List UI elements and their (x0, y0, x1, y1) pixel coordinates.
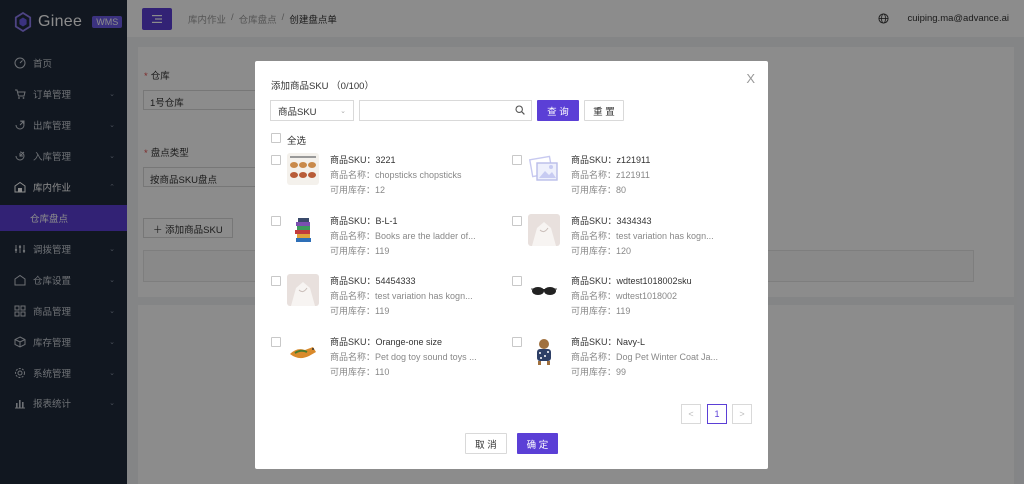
product-name: Books are the ladder of... (375, 230, 476, 241)
available-stock: 12 (375, 185, 386, 195)
name-line: 商品名称：chopsticks chopsticks (330, 170, 462, 180)
stock-line: 可用库存：80 (571, 185, 627, 195)
sku-list-item[interactable]: 商品SKU：3434343 商品名称：test variation has kog… (512, 213, 742, 268)
sku-checkbox[interactable] (512, 215, 522, 226)
sku-list-item[interactable]: 商品SKU：z121911 商品名称：z121911 可用库存：80 (512, 153, 742, 207)
reset-button[interactable]: 重 置 (584, 100, 624, 121)
sku-value: 3434343 (616, 215, 652, 226)
available-stock: 110 (375, 366, 390, 377)
available-stock: 119 (375, 306, 390, 316)
stock-line: 可用库存：119 (571, 306, 631, 316)
chevron-down-icon: ⌄ (340, 107, 346, 115)
name-line: 商品名称：Books are the ladder of... (330, 230, 476, 241)
stock-line: 可用库存：119 (330, 245, 390, 256)
sku-list-item[interactable]: 商品SKU：B-L-1 商品名称：Books are the ladder of.… (271, 213, 501, 268)
sku-checkbox[interactable] (271, 336, 281, 347)
available-stock: 80 (616, 185, 627, 195)
available-stock: 99 (616, 366, 627, 377)
sku-checkbox[interactable] (512, 276, 522, 286)
product-name: Pet dog toy sound toys ... (375, 351, 477, 362)
name-line: 商品名称：test variation has kogn... (571, 230, 714, 241)
product-thumbnail (528, 153, 560, 185)
sku-value: B-L-1 (375, 215, 398, 226)
product-thumbnail (528, 334, 560, 367)
sku-line: 商品SKU：Navy-L (571, 336, 646, 347)
name-line: 商品名称：Pet dog toy sound toys ... (330, 351, 477, 362)
close-icon[interactable]: X (746, 71, 755, 86)
sku-value: z121911 (616, 155, 651, 165)
product-thumbnail (528, 274, 560, 306)
product-thumbnail (528, 213, 560, 246)
sku-checkbox[interactable] (512, 155, 522, 165)
sku-value: 54454333 (375, 276, 416, 286)
available-stock: 119 (375, 245, 390, 256)
product-name: chopsticks chopsticks (375, 170, 462, 180)
filter-field-value: 商品SKU (278, 106, 317, 118)
sku-line: 商品SKU：54454333 (330, 276, 416, 286)
available-stock: 120 (616, 245, 632, 256)
sku-line: 商品SKU：z121911 (571, 155, 651, 165)
name-line: 商品名称：test variation has kogn... (330, 291, 473, 301)
stock-line: 可用库存：119 (330, 306, 390, 316)
page-1-button[interactable]: 1 (707, 404, 727, 424)
name-line: 商品名称：Dog Pet Winter Coat Ja... (571, 351, 719, 362)
product-thumbnail (287, 274, 319, 306)
product-thumbnail (287, 213, 319, 246)
stock-line: 可用库存：12 (330, 185, 386, 195)
sku-checkbox[interactable] (271, 155, 281, 165)
cancel-button[interactable]: 取 消 (465, 433, 507, 454)
sku-line: 商品SKU：3434343 (571, 215, 652, 226)
sku-list-item[interactable]: 商品SKU：54454333 商品名称：test variation has ko… (271, 274, 501, 328)
sku-line: 商品SKU：wdtest1018002sku (571, 276, 692, 286)
product-thumbnail (287, 153, 319, 185)
search-icon[interactable] (515, 105, 525, 115)
next-page-button[interactable]: > (732, 404, 752, 424)
sku-checkbox[interactable] (271, 276, 281, 286)
select-all-label: 全选 (287, 136, 307, 147)
select-all-checkbox[interactable] (271, 133, 281, 143)
search-input[interactable] (359, 100, 532, 121)
sku-list-item[interactable]: 商品SKU：Navy-L 商品名称：Dog Pet Winter Coat Ja.… (512, 334, 742, 389)
confirm-button[interactable]: 确 定 (517, 433, 558, 454)
product-name: wdtest1018002 (616, 291, 678, 301)
sku-checkbox[interactable] (512, 336, 522, 347)
sku-list-item[interactable]: 商品SKU：3221 商品名称：chopsticks chopsticks 可用库存… (271, 153, 501, 207)
sku-line: 商品SKU：3221 (330, 155, 396, 165)
chevron-right-icon: > (739, 409, 745, 419)
add-sku-modal: 添加商品SKU （0/100） X 商品SKU ⌄ 查 询 重 置 全选 商品S… (255, 61, 768, 469)
product-name: z121911 (616, 170, 650, 180)
stock-line: 可用库存：110 (330, 366, 390, 377)
sku-value: wdtest1018002sku (616, 276, 692, 286)
product-name: test variation has kogn... (375, 291, 473, 301)
sku-value: Orange-one size (375, 336, 443, 347)
name-line: 商品名称：z121911 (571, 170, 650, 180)
modal-title: 添加商品SKU （0/100） (271, 81, 374, 92)
chevron-left-icon: < (688, 409, 694, 419)
stock-line: 可用库存：120 (571, 245, 632, 256)
sku-value: 3221 (375, 155, 396, 165)
prev-page-button[interactable]: < (681, 404, 701, 424)
product-thumbnail (287, 334, 319, 367)
sku-list-item[interactable]: 商品SKU：wdtest1018002sku 商品名称：wdtest1018002… (512, 274, 742, 328)
name-line: 商品名称：wdtest1018002 (571, 291, 678, 301)
sku-line: 商品SKU：Orange-one size (330, 336, 443, 347)
sku-value: Navy-L (616, 336, 646, 347)
product-name: Dog Pet Winter Coat Ja... (616, 351, 719, 362)
stock-line: 可用库存：99 (571, 366, 627, 377)
sku-list-item[interactable]: 商品SKU：Orange-one size 商品名称：Pet dog toy so… (271, 334, 501, 389)
available-stock: 119 (616, 306, 631, 316)
product-name: test variation has kogn... (616, 230, 714, 241)
sku-checkbox[interactable] (271, 215, 281, 226)
query-button[interactable]: 查 询 (537, 100, 579, 121)
filter-field-select[interactable]: 商品SKU ⌄ (270, 100, 354, 121)
sku-line: 商品SKU：B-L-1 (330, 215, 398, 226)
